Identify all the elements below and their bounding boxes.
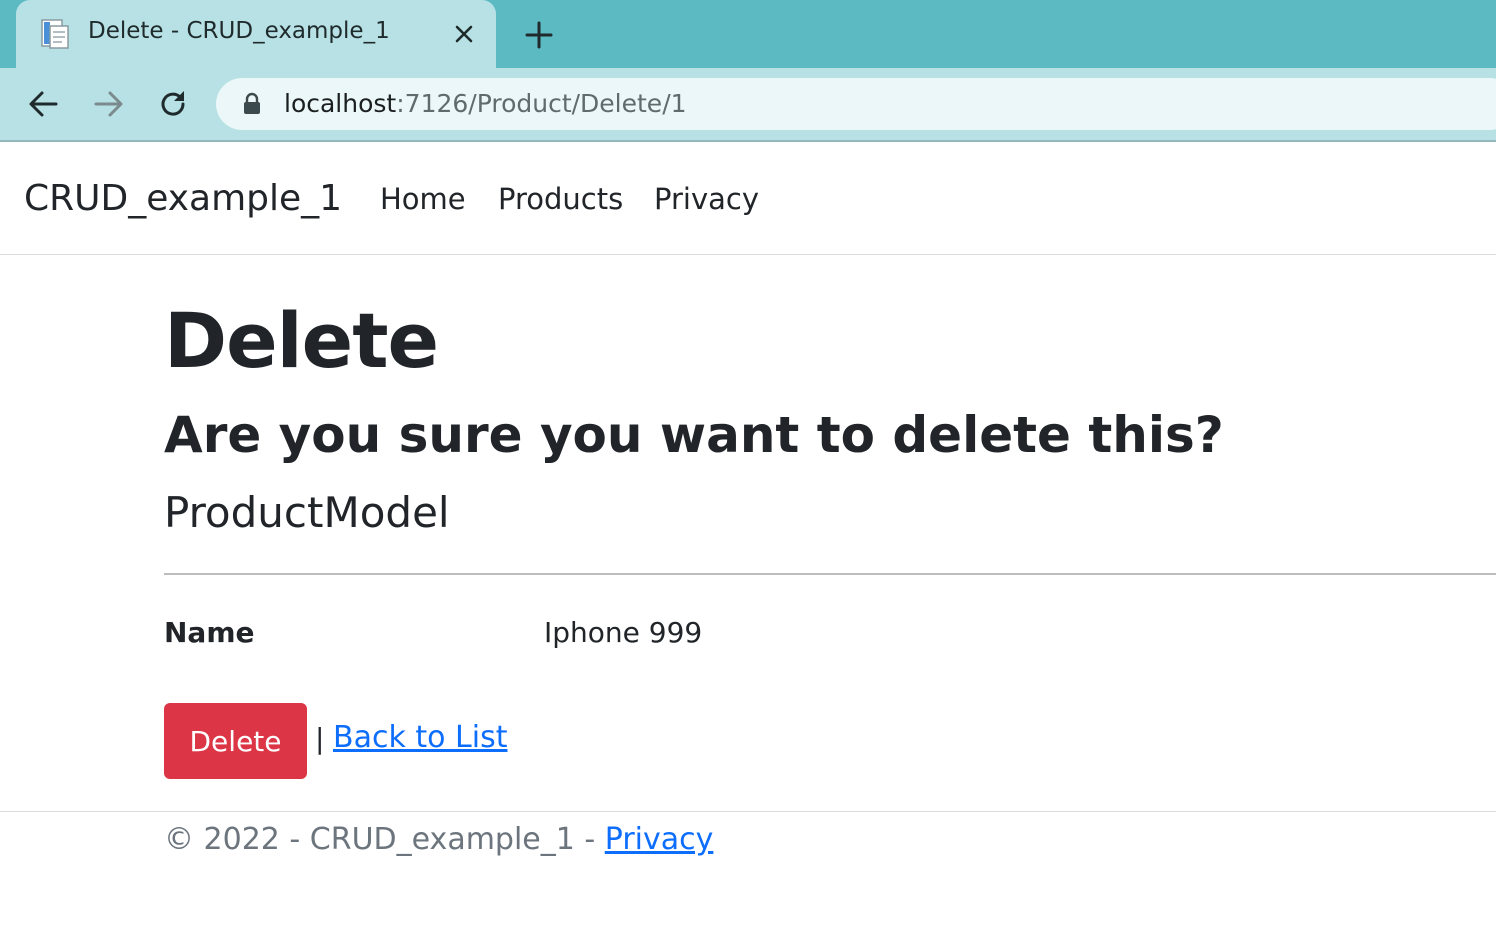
page-title: Delete xyxy=(164,296,439,385)
arrow-left-icon[interactable] xyxy=(26,86,62,122)
url-host: localhost xyxy=(284,89,397,118)
field-value-name: Iphone 999 xyxy=(544,616,703,649)
footer-text: © 2022 - CRUD_example_1 - Privacy xyxy=(164,822,713,857)
tab-title: Delete - CRUD_example_1 xyxy=(88,18,390,44)
footer-privacy-link[interactable]: Privacy xyxy=(605,822,714,857)
nav-link-products[interactable]: Products xyxy=(498,182,623,216)
confirm-question: Are you sure you want to delete this? xyxy=(164,406,1224,464)
nav-link-home[interactable]: Home xyxy=(380,182,466,216)
delete-button[interactable]: Delete xyxy=(164,703,307,779)
field-label-name: Name xyxy=(164,616,255,649)
page-icon xyxy=(40,18,70,50)
footer: © 2022 - CRUD_example_1 - Privacy xyxy=(0,811,1496,937)
url-path: :7126/Product/Delete/1 xyxy=(396,89,687,118)
model-title: ProductModel xyxy=(164,488,450,537)
divider xyxy=(164,573,1496,575)
browser-tab[interactable]: Delete - CRUD_example_1 xyxy=(16,0,496,68)
lock-icon[interactable] xyxy=(242,92,262,116)
close-icon[interactable] xyxy=(450,20,478,48)
arrow-right-icon[interactable] xyxy=(90,86,126,122)
url-text: localhost:7126/Product/Delete/1 xyxy=(284,89,687,118)
plus-icon[interactable] xyxy=(522,18,556,52)
footer-copyright: © 2022 - CRUD_example_1 - xyxy=(164,822,605,857)
address-bar[interactable]: localhost:7126/Product/Delete/1 xyxy=(216,78,1496,130)
reload-icon[interactable] xyxy=(155,86,191,122)
navbar-brand[interactable]: CRUD_example_1 xyxy=(24,178,342,219)
site-navbar: CRUD_example_1 Home Products Privacy xyxy=(0,142,1496,255)
browser-tab-strip: Delete - CRUD_example_1 xyxy=(0,0,1496,68)
nav-link-privacy[interactable]: Privacy xyxy=(654,182,759,216)
back-to-list-link[interactable]: Back to List xyxy=(333,720,507,755)
separator: | xyxy=(315,722,325,755)
browser-toolbar: localhost:7126/Product/Delete/1 xyxy=(0,68,1496,142)
